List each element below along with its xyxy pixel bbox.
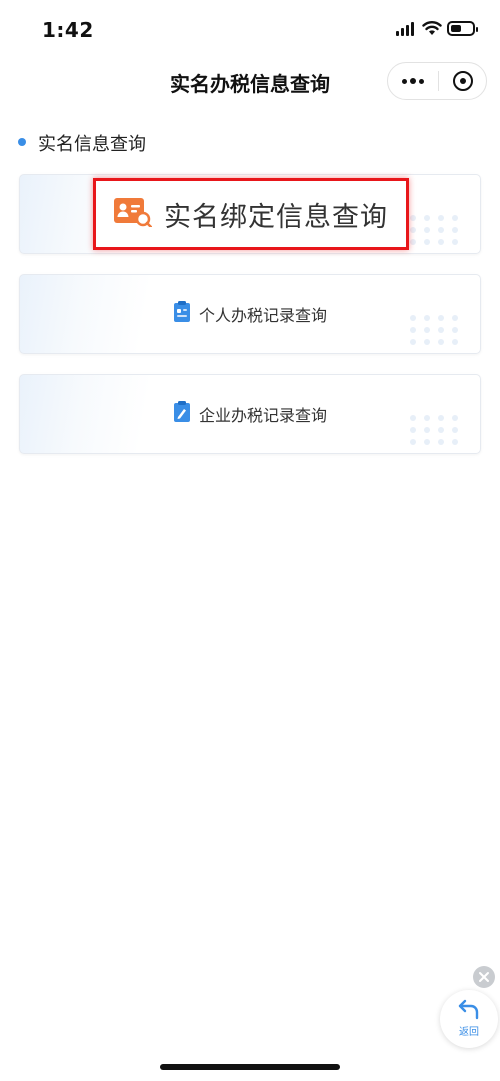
cellular-signal-icon <box>396 22 416 36</box>
card-dots-decoration <box>410 215 460 245</box>
realname-binding-label: 实名绑定信息查询 <box>164 201 388 233</box>
mini-program-capsule <box>387 62 487 100</box>
section-bullet <box>18 138 26 146</box>
battery-icon <box>447 21 478 36</box>
personal-tax-records-label: 个人办税记录查询 <box>198 306 327 325</box>
enterprise-tax-records-label: 企业办税记录查询 <box>198 406 327 425</box>
status-bar: 1:42 <box>0 0 500 60</box>
status-time: 1:42 <box>42 18 94 42</box>
return-arrow-icon <box>458 999 479 1020</box>
back-button[interactable]: 返回 <box>440 990 498 1048</box>
card-personal-tax-records[interactable]: 个人办税记录查询 <box>19 274 481 354</box>
home-indicator <box>160 1064 340 1070</box>
target-circle-icon[interactable] <box>439 63 487 99</box>
back-button-label: 返回 <box>459 1027 479 1038</box>
more-dots-icon[interactable] <box>388 63 438 99</box>
realname-binding-button[interactable]: 实名绑定信息查询 <box>93 178 409 250</box>
wifi-icon <box>422 20 442 40</box>
clipboard-edit-icon <box>173 401 191 427</box>
id-card-search-icon <box>114 197 153 231</box>
card-enterprise-tax-records[interactable]: 企业办税记录查询 <box>19 374 481 454</box>
clipboard-icon <box>173 301 191 327</box>
close-icon[interactable] <box>473 966 495 988</box>
section-title: 实名信息查询 <box>38 134 146 155</box>
